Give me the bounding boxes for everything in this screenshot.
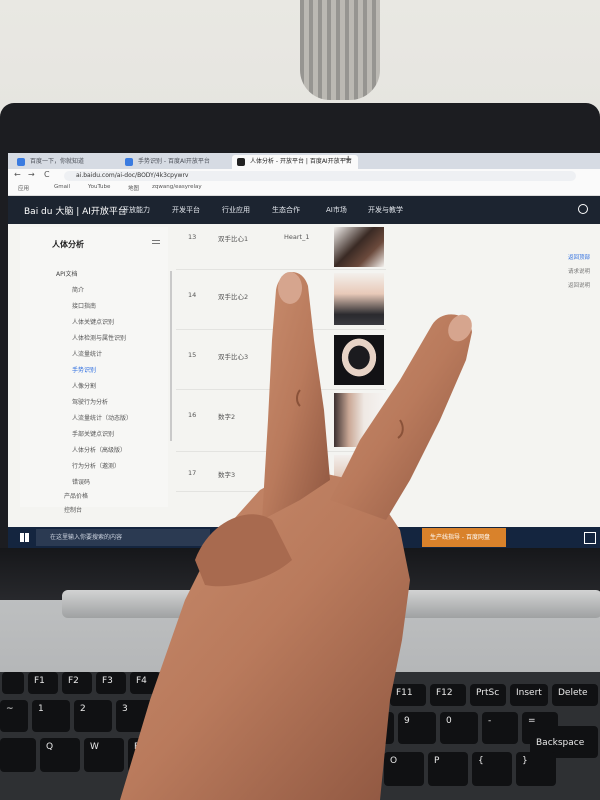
hand-v-sign [120, 272, 472, 800]
index-nail [278, 272, 302, 304]
photo-scene: 百度一下，你就知道 手势识别 - 百度AI开放平台 人体分析 - 开放平台 | … [0, 0, 600, 800]
middle-finger [330, 314, 472, 520]
index-finger [262, 272, 330, 520]
